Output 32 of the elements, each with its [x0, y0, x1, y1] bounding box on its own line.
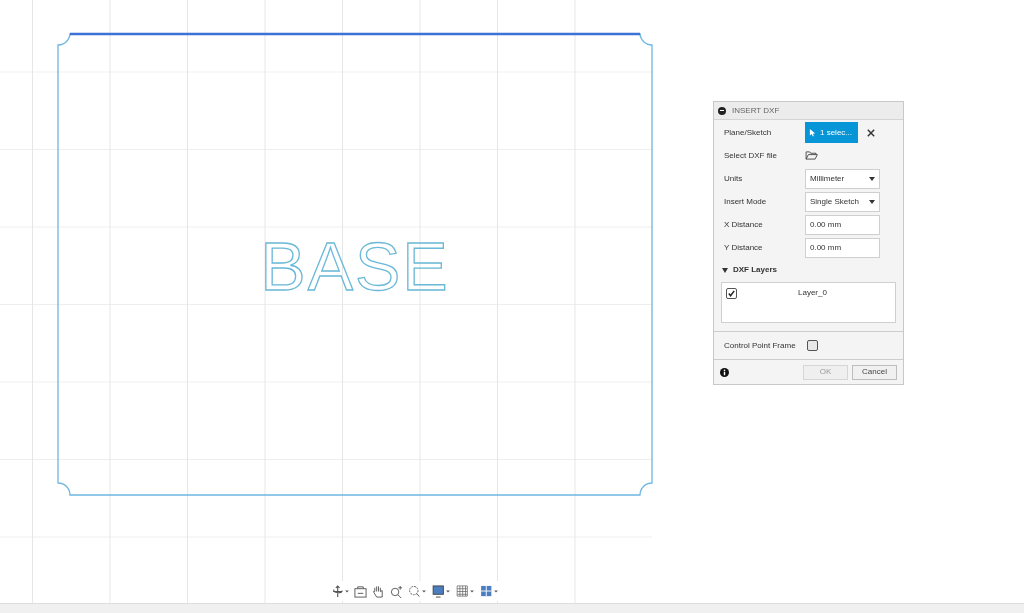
- hand-icon[interactable]: [372, 584, 385, 598]
- grid-icon[interactable]: [456, 584, 475, 598]
- control-point-checkbox[interactable]: [806, 340, 818, 351]
- sketch-text: BASE: [260, 228, 450, 304]
- cursor-icon: [809, 128, 816, 137]
- layer-checkbox[interactable]: [726, 287, 737, 299]
- section-header[interactable]: DXF Layers: [714, 260, 786, 280]
- field-label: Select DXF file: [724, 149, 778, 162]
- display-icon[interactable]: [432, 584, 451, 598]
- collapse-icon[interactable]: [718, 106, 726, 115]
- dropdown[interactable]: Single Sketch: [805, 191, 880, 212]
- dialog-button[interactable]: Cancel: [852, 364, 897, 380]
- folder-icon[interactable]: [805, 151, 818, 160]
- zoom-window-icon[interactable]: [408, 584, 427, 598]
- field-label: Insert Mode: [724, 195, 768, 208]
- caret-icon: [869, 176, 875, 181]
- field-label: Plane/Sketch: [724, 126, 773, 139]
- input-field[interactable]: 0.00 mm: [805, 214, 880, 235]
- input-field[interactable]: 0.00 mm: [805, 237, 880, 258]
- layer-name[interactable]: Layer_0: [798, 287, 827, 299]
- viewports-icon[interactable]: [480, 584, 499, 598]
- close-icon[interactable]: [867, 128, 875, 137]
- caret-icon: [869, 199, 875, 204]
- zoom-icon[interactable]: [390, 584, 403, 598]
- orbit-icon[interactable]: [332, 584, 349, 598]
- dialog-title: INSERT DXF: [732, 104, 780, 117]
- field-label: X Distance: [724, 218, 764, 231]
- control-point-frame-label: Control Point Frame: [724, 339, 796, 352]
- dropdown[interactable]: Millimeter: [805, 168, 880, 189]
- field-label: Y Distance: [724, 241, 764, 254]
- info-icon[interactable]: [720, 367, 729, 377]
- field-label: Units: [724, 172, 744, 185]
